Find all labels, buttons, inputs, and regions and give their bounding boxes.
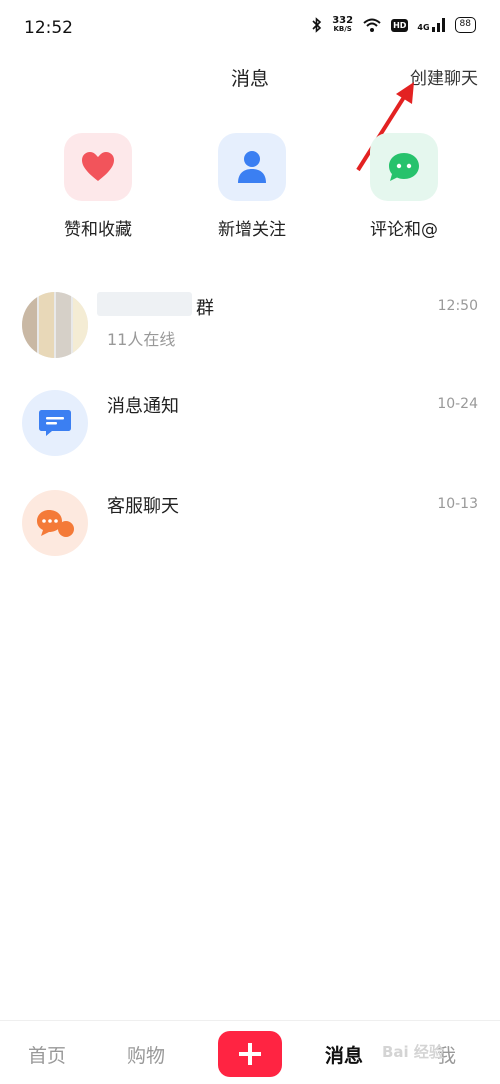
status-bar: 12:52 332 KB/S HD 4G 88	[0, 0, 500, 60]
tab-home[interactable]: 首页	[28, 1041, 66, 1068]
group-avatar	[22, 292, 88, 358]
bottom-tab-bar: 首页 购物 消息 我 Bai 经验	[0, 1020, 500, 1084]
list-item-subtitle: 11人在线	[107, 330, 176, 349]
customer-service-avatar	[22, 490, 88, 556]
publish-button[interactable]	[218, 1031, 282, 1077]
followers-icon-box	[218, 133, 286, 201]
comments-mentions-button[interactable]: 评论和@	[349, 133, 459, 240]
avatar-tile	[22, 292, 37, 358]
status-time: 12:52	[24, 18, 73, 38]
likes-icon-box	[64, 133, 132, 201]
battery-icon: 88	[454, 17, 476, 33]
list-item-title: 群	[196, 298, 214, 319]
watermark: Bai 经验	[382, 1043, 444, 1061]
customer-service-icon	[37, 510, 74, 537]
comments-icon-box	[370, 133, 438, 201]
list-item-title: 消息通知	[107, 396, 179, 417]
list-item-customer-service[interactable]: 客服聊天 10-13	[0, 490, 500, 570]
network-speed: 332 KB/S	[332, 15, 354, 34]
comments-label: 评论和@	[370, 220, 438, 240]
list-item-notifications[interactable]: 消息通知 10-24	[0, 390, 500, 470]
bluetooth-icon	[312, 17, 322, 33]
likes-collections-button[interactable]: 赞和收藏	[43, 133, 153, 240]
avatar-tile	[39, 292, 54, 358]
list-item-title: 客服聊天	[107, 496, 179, 517]
heart-icon	[82, 152, 114, 181]
tab-shop[interactable]: 购物	[127, 1041, 165, 1068]
list-item-group-chat[interactable]: 群 11人在线 12:50	[0, 292, 500, 372]
signal-indicator: 4G	[417, 18, 445, 32]
notification-icon	[39, 410, 71, 436]
blurred-name	[97, 292, 192, 316]
avatar-tile	[73, 292, 88, 358]
tab-messages[interactable]: 消息	[325, 1041, 363, 1068]
new-followers-button[interactable]: 新增关注	[197, 133, 307, 240]
signal-icon	[431, 18, 445, 32]
notification-avatar	[22, 390, 88, 456]
chat-bubble-icon	[389, 153, 419, 181]
list-item-time: 10-13	[437, 496, 478, 512]
followers-label: 新增关注	[218, 220, 286, 240]
status-icons: 332 KB/S HD 4G 88	[311, 16, 476, 34]
list-item-time: 12:50	[437, 298, 478, 314]
likes-label: 赞和收藏	[64, 220, 132, 240]
avatar-tile	[56, 292, 71, 358]
person-icon	[238, 151, 266, 183]
hd-badge: HD	[391, 18, 409, 32]
plus-icon	[239, 1043, 261, 1065]
list-item-time: 10-24	[437, 396, 478, 412]
quick-actions: 赞和收藏 新增关注 评论和@	[0, 133, 500, 243]
wifi-icon	[363, 18, 381, 32]
